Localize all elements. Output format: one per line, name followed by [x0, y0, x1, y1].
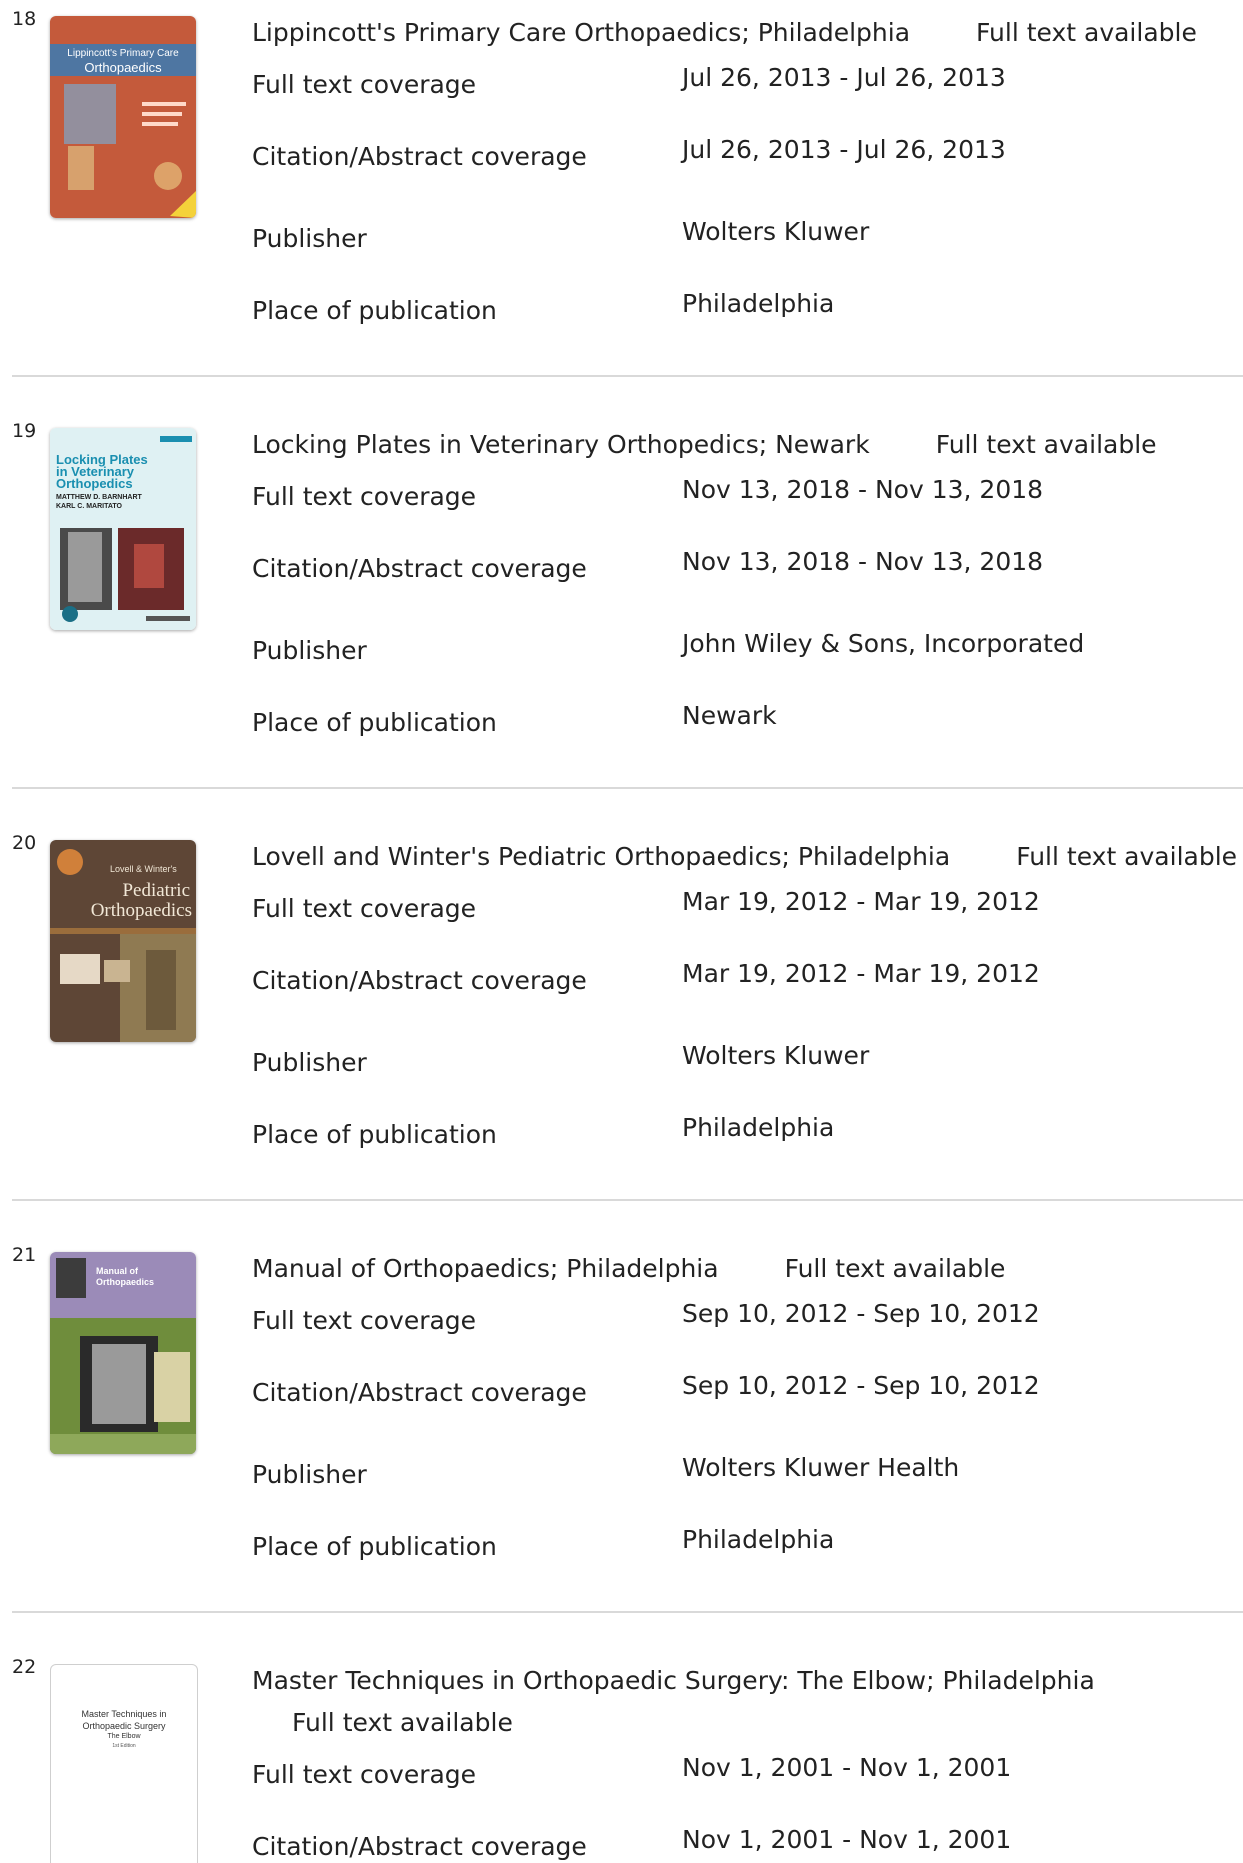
citation-coverage-value: Mar 19, 2012 - Mar 19, 2012: [682, 959, 1040, 988]
citation-coverage-value: Nov 1, 2001 - Nov 1, 2001: [682, 1825, 1012, 1854]
publisher-label: Publisher: [252, 1048, 367, 1077]
place-of-publication-value: Philadelphia: [682, 289, 835, 318]
record-number: 21: [12, 1244, 37, 1266]
citation-coverage-label: Citation/Abstract coverage: [252, 1378, 587, 1407]
record-divider: [12, 1199, 1243, 1201]
citation-coverage-value: Nov 13, 2018 - Nov 13, 2018: [682, 547, 1044, 576]
full-text-coverage-value: Sep 10, 2012 - Sep 10, 2012: [682, 1299, 1040, 1328]
record-title-line: Master Techniques in Orthopaedic Surgery…: [252, 1660, 1237, 1744]
citation-coverage-label: Citation/Abstract coverage: [252, 142, 587, 171]
cover-series: Lovell & Winter's: [110, 864, 177, 874]
cover-subtitle: Orthopaedics: [90, 900, 192, 921]
record-title-link[interactable]: Locking Plates in Veterinary Orthopedics…: [252, 430, 870, 459]
record-title-line: Lovell and Winter's Pediatric Orthopaedi…: [252, 836, 1237, 878]
result-record-22: 22 Master Techniques in Orthopaedic Surg…: [0, 1648, 1243, 1863]
record-title-link[interactable]: Lippincott's Primary Care Orthopaedics; …: [252, 18, 910, 47]
record-title-link[interactable]: Lovell and Winter's Pediatric Orthopaedi…: [252, 842, 950, 871]
publisher-value: Wolters Kluwer: [682, 217, 870, 246]
full-text-coverage-value: Jul 26, 2013 - Jul 26, 2013: [682, 63, 1006, 92]
cover-subtitle: Orthopaedics: [96, 1277, 155, 1287]
cover-authors-line2: KARL C. MARITATO: [56, 503, 122, 510]
place-of-publication-value: Newark: [682, 701, 777, 730]
publisher-value: Wolters Kluwer Health: [682, 1453, 960, 1482]
record-title-line: Lippincott's Primary Care Orthopaedics; …: [252, 12, 1237, 54]
publisher-label: Publisher: [252, 224, 367, 253]
result-record-20: 20 Lovell & Winter's Pediatric Orthopaed…: [0, 824, 1243, 1235]
cover-title-line2: Orthopaedic Surgery: [82, 1721, 166, 1731]
place-of-publication-value: Philadelphia: [682, 1525, 835, 1554]
cover-title: Manual of: [96, 1266, 138, 1276]
citation-coverage-label: Citation/Abstract coverage: [252, 554, 587, 583]
full-text-coverage-label: Full text coverage: [252, 70, 477, 99]
citation-coverage-label: Citation/Abstract coverage: [252, 1832, 587, 1861]
full-text-coverage-value: Nov 1, 2001 - Nov 1, 2001: [682, 1753, 1012, 1782]
book-cover-thumbnail[interactable]: Master Techniques in Orthopaedic Surgery…: [50, 1664, 198, 1863]
cover-title: Master Techniques in: [81, 1709, 167, 1719]
record-title-link[interactable]: Master Techniques in Orthopaedic Surgery…: [252, 1666, 1095, 1695]
record-number: 18: [12, 8, 37, 30]
result-record-21: 21 Manual of Orthopaedics Manual of Orth…: [0, 1236, 1243, 1647]
place-of-publication-value: Philadelphia: [682, 1113, 835, 1142]
publisher-label: Publisher: [252, 1460, 367, 1489]
book-cover-thumbnail[interactable]: Manual of Orthopaedics: [50, 1252, 196, 1454]
citation-coverage-label: Citation/Abstract coverage: [252, 966, 587, 995]
full-text-available-link[interactable]: Full text available: [976, 18, 1197, 47]
record-divider: [12, 375, 1243, 377]
cover-edition: 1st Edition: [112, 1743, 136, 1749]
record-divider: [12, 1611, 1243, 1613]
place-of-publication-label: Place of publication: [252, 1120, 497, 1149]
place-of-publication-label: Place of publication: [252, 296, 497, 325]
record-title-line: Manual of Orthopaedics; Philadelphia Full…: [252, 1248, 1237, 1290]
book-cover-thumbnail[interactable]: Lippincott's Primary Care Orthopaedics: [50, 16, 196, 218]
full-text-coverage-label: Full text coverage: [252, 1760, 477, 1789]
full-text-coverage-label: Full text coverage: [252, 482, 477, 511]
record-number: 20: [12, 832, 37, 854]
book-cover-thumbnail[interactable]: Lovell & Winter's Pediatric Orthopaedics: [50, 840, 196, 1042]
cover-authors: MATTHEW D. BARNHART: [56, 494, 142, 501]
cover-subtitle: Orthopaedics: [84, 60, 162, 75]
publisher-label: Publisher: [252, 636, 367, 665]
book-cover-thumbnail[interactable]: Locking Plates in Veterinary Orthopedics…: [50, 428, 196, 630]
publisher-value: Wolters Kluwer: [682, 1041, 870, 1070]
cover-subtitle: The Elbow: [107, 1733, 141, 1740]
full-text-coverage-label: Full text coverage: [252, 1306, 477, 1335]
citation-coverage-value: Jul 26, 2013 - Jul 26, 2013: [682, 135, 1006, 164]
cover-title-line3: Orthopedics: [56, 476, 133, 491]
cover-title: Lippincott's Primary Care: [67, 48, 179, 59]
citation-coverage-value: Sep 10, 2012 - Sep 10, 2012: [682, 1371, 1040, 1400]
record-title-link[interactable]: Manual of Orthopaedics; Philadelphia: [252, 1254, 719, 1283]
record-title-line: Locking Plates in Veterinary Orthopedics…: [252, 424, 1237, 466]
place-of-publication-label: Place of publication: [252, 1532, 497, 1561]
full-text-coverage-value: Mar 19, 2012 - Mar 19, 2012: [682, 887, 1040, 916]
full-text-available-link[interactable]: Full text available: [785, 1254, 1006, 1283]
publisher-value: John Wiley & Sons, Incorporated: [682, 629, 1085, 658]
full-text-coverage-label: Full text coverage: [252, 894, 477, 923]
full-text-available-link[interactable]: Full text available: [1016, 842, 1237, 871]
place-of-publication-label: Place of publication: [252, 708, 497, 737]
record-number: 19: [12, 420, 37, 442]
result-record-18: 18 Lippincott's Primary Care Orthopaedic…: [0, 0, 1243, 411]
full-text-available-link[interactable]: Full text available: [292, 1708, 513, 1737]
full-text-available-link[interactable]: Full text available: [936, 430, 1157, 459]
full-text-coverage-value: Nov 13, 2018 - Nov 13, 2018: [682, 475, 1044, 504]
record-divider: [12, 787, 1243, 789]
record-number: 22: [12, 1656, 37, 1678]
result-record-19: 19 Locking Plates in Veterinary Orthoped…: [0, 412, 1243, 823]
cover-title: Pediatric: [122, 880, 190, 901]
